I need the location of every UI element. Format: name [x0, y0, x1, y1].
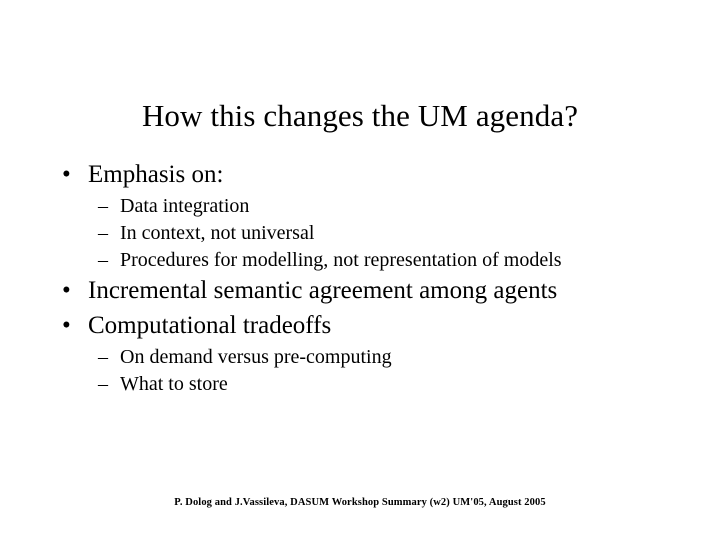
dash-icon: – [98, 195, 108, 217]
bullet-list: • Emphasis on: – Data integration – In c… [0, 158, 720, 398]
dash-icon: – [98, 346, 108, 368]
list-item: – What to store [0, 371, 720, 398]
list-item-label: Data integration [120, 195, 250, 217]
list-item-label: Emphasis on: [88, 161, 224, 188]
list-item-label: In context, not universal [120, 222, 315, 244]
list-item: – Data integration [0, 193, 720, 220]
presentation-slide: How this changes the UM agenda? • Emphas… [0, 0, 720, 540]
list-item-label: What to store [120, 373, 228, 395]
list-item-label: Incremental semantic agreement among age… [88, 277, 558, 304]
slide-footer: P. Dolog and J.Vassileva, DASUM Workshop… [174, 497, 546, 508]
list-item-label: Computational tradeoffs [88, 312, 332, 339]
list-item: • Emphasis on: [0, 158, 720, 191]
bullet-dot-icon: • [62, 277, 71, 304]
dash-icon: – [98, 249, 108, 271]
dash-icon: – [98, 373, 108, 395]
list-item-label: On demand versus pre-computing [120, 346, 392, 368]
list-item: • Incremental semantic agreement among a… [0, 274, 720, 307]
bullet-dot-icon: • [62, 161, 71, 188]
slide-body: • Emphasis on: – Data integration – In c… [0, 158, 720, 398]
list-item: – On demand versus pre-computing [0, 344, 720, 371]
dash-icon: – [98, 222, 108, 244]
bullet-dot-icon: • [62, 312, 71, 339]
list-item: – Procedures for modelling, not represen… [0, 247, 720, 274]
list-item: • Computational tradeoffs [0, 309, 720, 342]
list-item: – In context, not universal [0, 220, 720, 247]
list-item-label: Procedures for modelling, not representa… [120, 249, 562, 271]
page-title: How this changes the UM agenda? [141, 97, 579, 133]
